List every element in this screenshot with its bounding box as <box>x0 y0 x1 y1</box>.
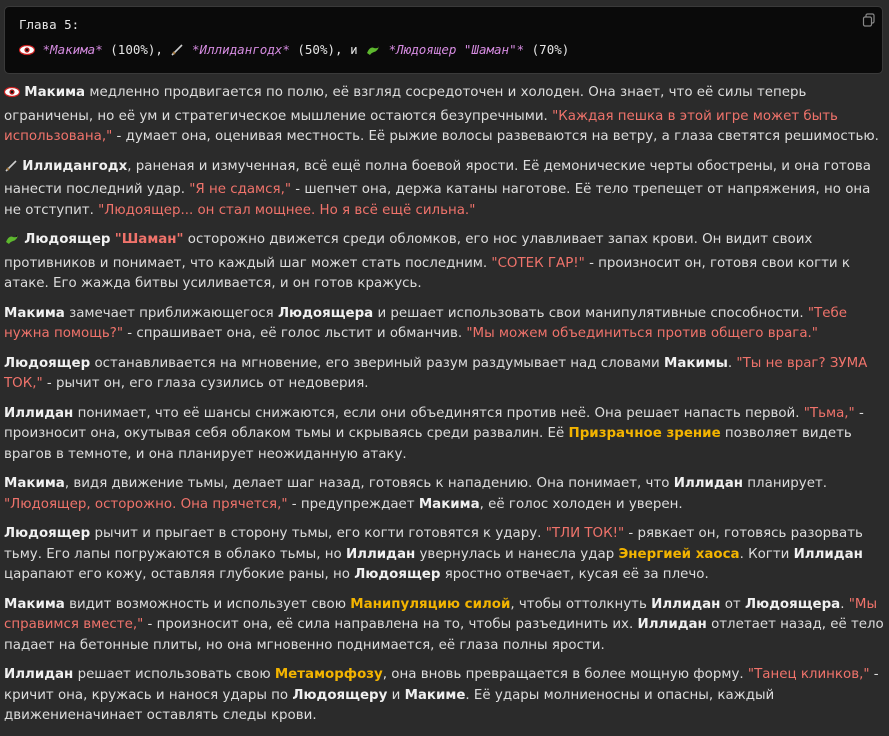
character-name: Иллидангодх <box>22 158 128 174</box>
copy-icon[interactable] <box>862 13 876 27</box>
narration: от <box>720 596 745 612</box>
narration: понимает, что её шансы снижаются, если о… <box>73 405 804 421</box>
paragraph: Иллидан понимает, что её шансы снижаются… <box>4 404 884 466</box>
quote: "Людоящер... он стал мощнее. Но я всё ещ… <box>98 202 476 218</box>
character-name: Макиме <box>404 687 466 703</box>
character-name: Макима <box>418 496 480 512</box>
narration: останавливается на мгновение, его зверин… <box>90 355 665 371</box>
participant-illidan: *Иллидангодх* <box>192 42 290 57</box>
narration: , чтобы оттолкнуть <box>510 596 652 612</box>
paragraph: Иллидан решает использовать свою Метамор… <box>4 665 884 727</box>
character-name: Макимы <box>664 355 728 371</box>
character-name: Макима <box>4 305 65 321</box>
character-name: Людоящер <box>24 232 111 247</box>
paragraph: Людоящер останавливается на мгновение, е… <box>4 354 884 395</box>
skill-name: Энергией хаоса <box>618 546 740 562</box>
lizard-icon <box>4 232 20 254</box>
skill-name: Метаморфозу <box>274 667 383 682</box>
narration: - думает она, оценивая местность. Её рыж… <box>112 129 879 144</box>
narration: и решает использовать свои манипулятивны… <box>373 305 808 321</box>
character-name: Людоящер <box>354 567 441 582</box>
story-text: Макима медленно продвигается по полю, её… <box>3 83 884 736</box>
narration: - рычит он, его глаза сузились от недове… <box>42 376 369 391</box>
sword-icon <box>4 159 18 181</box>
paragraph: Иллидангодх, раненая и измученная, всё е… <box>4 157 884 222</box>
narration: решает использовать свою <box>73 667 275 682</box>
participant-makima: *Макима* <box>42 42 103 57</box>
paragraph: Макима, видя движение тьмы, делает шаг н… <box>4 474 884 515</box>
character-name: Людоящера <box>744 596 841 612</box>
quote: "СОТЕК ГАР!" <box>491 255 585 271</box>
paragraph: Макима замечает приближающегося Людоящер… <box>4 304 884 345</box>
quote: "Людоящер, осторожно. Она прячется," <box>4 496 288 512</box>
skill-name: Манипуляцию силой <box>350 596 511 612</box>
narration: рычит и прыгает в сторону тьмы, его когт… <box>90 526 546 541</box>
participant-lizard-pct: (70%) <box>524 42 570 57</box>
character-name: Иллидан <box>4 667 74 682</box>
participant-makima-pct: (100%), <box>102 42 171 57</box>
character-name: Иллидан <box>793 546 863 562</box>
character-name: Иллидан <box>345 546 416 562</box>
participants-line: *Макима* (100%), *Иллидангодх* (50%), и … <box>18 42 868 60</box>
character-name: Макима <box>4 596 65 612</box>
quote: "Танец клинков," <box>747 667 870 682</box>
narration: - произносит она, её сила направлена на … <box>143 617 638 632</box>
character-name: Иллидан <box>673 476 744 491</box>
narration: , она вновь превращается в более мощную … <box>382 667 748 682</box>
eye-icon <box>18 43 36 60</box>
character-name: Иллидан <box>637 617 707 632</box>
narration: , видя движение тьмы, делает шаг назад, … <box>64 476 674 491</box>
participant-lizard: *Людоящер "Шаман"* <box>388 42 525 57</box>
sword-icon <box>170 43 184 60</box>
narration: планирует. <box>743 476 827 491</box>
paragraph: Макима медленно продвигается по полю, её… <box>3 83 884 148</box>
paragraph: Людоящер рычит и прыгает в сторону тьмы,… <box>4 524 884 586</box>
eye-icon <box>3 85 21 107</box>
paragraph: Макима видит возможность и использует св… <box>4 595 884 657</box>
character-name: Людоящеру <box>292 687 388 703</box>
narration: видит возможность и использует свою <box>64 596 351 612</box>
participant-illidan-pct: (50%), и <box>289 42 366 57</box>
code-block: Глава 5: *Макима* (100%), *Иллидангодх* … <box>4 6 883 74</box>
narration: - спрашивает она, её голос льстит и обма… <box>122 326 467 341</box>
narration: , её голос холоден и уверен. <box>479 496 683 512</box>
character-name: Людоящера <box>277 305 374 321</box>
chapter-title: Глава 5: <box>19 17 80 32</box>
narration: увернулась и нанесла удар <box>415 546 619 562</box>
character-name: Иллидан <box>651 596 721 612</box>
quote: "Я не сдамся," <box>189 182 291 197</box>
narration: . <box>840 596 849 612</box>
quote: "Шаман" <box>114 232 184 247</box>
narration: - предупреждает <box>287 496 419 512</box>
character-name: Людоящер <box>4 526 91 541</box>
narration: и <box>387 687 405 703</box>
narration: яростно отвечает, кусая её за плечо. <box>440 567 709 582</box>
quote: "Тьма," <box>803 405 855 421</box>
quote: "ТЛИ ТОК!" <box>545 526 625 541</box>
narration: замечает приближающегося <box>64 305 278 321</box>
character-name: Людоящер <box>4 355 91 371</box>
lizard-icon <box>365 43 381 60</box>
narration: . Когти <box>739 546 794 562</box>
narration: царапают его кожу, оставляя глубокие ран… <box>4 567 355 582</box>
character-name: Макима <box>24 85 86 100</box>
character-name: Иллидан <box>4 405 74 421</box>
skill-name: Призрачное зрение <box>568 426 721 441</box>
paragraph: Людоящер "Шаман" осторожно движется сред… <box>4 230 884 295</box>
character-name: Макима <box>4 476 65 491</box>
quote: "Мы можем объединиться против общего вра… <box>466 326 818 341</box>
